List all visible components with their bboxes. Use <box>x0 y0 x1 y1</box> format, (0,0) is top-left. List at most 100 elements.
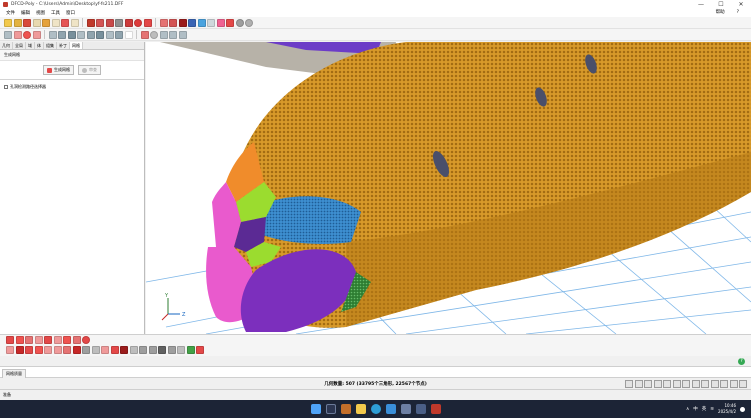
eye-icon[interactable] <box>6 336 14 344</box>
measure-icon[interactable] <box>115 18 123 27</box>
import-icon[interactable] <box>32 18 41 27</box>
new-file-icon[interactable] <box>4 18 12 27</box>
status-tool-icon[interactable] <box>625 380 633 388</box>
page-icon[interactable] <box>70 18 79 27</box>
wifi-icon[interactable]: ≋ <box>710 407 714 412</box>
view-left-icon[interactable] <box>86 30 95 39</box>
settings-icon[interactable] <box>235 18 244 27</box>
generate-mesh-button[interactable]: 生成网格 <box>43 65 74 75</box>
camera-icon[interactable] <box>150 30 158 39</box>
tab-global[interactable]: 全局 <box>13 42 26 49</box>
3d-viewport[interactable]: Y Z <box>146 42 751 334</box>
status-tool-icon[interactable] <box>720 380 728 388</box>
app-icon[interactable] <box>340 404 351 414</box>
close-button[interactable]: ✕ <box>731 0 751 9</box>
menu-tools[interactable]: 工具 <box>51 10 60 16</box>
undo-icon[interactable] <box>13 30 22 39</box>
quality-icon[interactable] <box>82 346 90 354</box>
review-button[interactable]: 审查 <box>78 65 101 75</box>
section-icon[interactable] <box>72 336 81 344</box>
view-top-icon[interactable] <box>67 30 76 39</box>
tree-item[interactable]: 孔洞检测路径选择器 <box>0 80 144 94</box>
capture-icon[interactable] <box>178 30 187 39</box>
fit-view-icon[interactable] <box>115 30 123 39</box>
face-icon[interactable] <box>139 346 147 354</box>
save-icon[interactable] <box>23 18 31 27</box>
app-icon[interactable] <box>400 404 411 414</box>
marker-icon[interactable] <box>226 18 234 27</box>
mesh-icon[interactable] <box>169 18 177 27</box>
tab-body[interactable]: 体 <box>35 42 44 49</box>
menu-help[interactable]: 帮助 <box>716 9 725 17</box>
render-icon[interactable] <box>169 30 177 39</box>
select-icon[interactable] <box>96 18 104 27</box>
delete-elem-icon[interactable] <box>15 346 24 354</box>
refine-icon[interactable] <box>63 346 71 354</box>
tab-groups[interactable]: 组集 <box>44 42 57 49</box>
swap-icon[interactable] <box>44 346 52 354</box>
status-tool-icon[interactable] <box>701 380 709 388</box>
file-explorer-icon[interactable] <box>355 404 366 414</box>
clip-icon[interactable] <box>63 336 71 344</box>
pick-icon[interactable] <box>105 18 114 27</box>
tab-geometry[interactable]: 几何 <box>0 42 13 49</box>
isolate-icon[interactable] <box>25 336 33 344</box>
status-tool-icon[interactable] <box>729 380 738 388</box>
tab-patch[interactable]: 补丁 <box>57 42 70 49</box>
status-tool-icon[interactable] <box>682 380 690 388</box>
status-tool-icon[interactable] <box>739 380 747 388</box>
view-bottom-icon[interactable] <box>77 30 85 39</box>
normal-icon[interactable] <box>101 346 109 354</box>
search-icon[interactable] <box>325 404 336 414</box>
open-folder-icon[interactable] <box>13 18 22 27</box>
status-tool-icon[interactable] <box>634 380 643 388</box>
show-all-icon[interactable] <box>34 336 43 344</box>
fill-icon[interactable] <box>120 346 128 354</box>
wireframe-icon[interactable] <box>207 18 215 27</box>
notification-icon[interactable] <box>740 406 745 412</box>
language-indicator[interactable]: 英 <box>702 406 707 412</box>
node-icon[interactable] <box>148 346 157 354</box>
delete-icon[interactable] <box>61 18 69 27</box>
menu-window[interactable]: 窗口 <box>66 10 75 16</box>
grid-icon[interactable] <box>159 18 168 27</box>
edge-browser-icon[interactable] <box>370 404 381 414</box>
export-icon[interactable] <box>42 18 50 27</box>
edge-icon[interactable] <box>129 346 138 354</box>
group-icon[interactable] <box>167 346 176 354</box>
check-icon[interactable] <box>91 346 100 354</box>
hide-icon[interactable] <box>15 336 24 344</box>
surface-icon[interactable] <box>178 18 187 27</box>
export-mesh-icon[interactable] <box>186 346 195 354</box>
zoom-icon[interactable] <box>143 18 152 27</box>
status-tool-icon[interactable] <box>663 380 671 388</box>
start-icon[interactable] <box>310 404 321 414</box>
rotate-icon[interactable] <box>124 18 133 27</box>
maximize-button[interactable]: ☐ <box>711 0 731 9</box>
status-tool-icon[interactable] <box>653 380 662 388</box>
status-tool-icon[interactable] <box>672 380 681 388</box>
view-iso-icon[interactable] <box>105 30 114 39</box>
copy-icon[interactable] <box>177 346 185 354</box>
checkbox-icon[interactable] <box>4 85 8 89</box>
options-icon[interactable] <box>245 18 253 27</box>
cut-icon[interactable] <box>196 346 204 354</box>
shade-icon[interactable] <box>197 18 206 27</box>
minimize-button[interactable]: — <box>691 0 711 9</box>
ime-indicator[interactable]: 中 <box>693 406 698 412</box>
invert-icon[interactable] <box>44 336 52 344</box>
split-icon[interactable] <box>25 346 33 354</box>
tab-domain[interactable]: 域 <box>26 42 35 49</box>
status-tool-icon[interactable] <box>710 380 719 388</box>
dfcd-poly-icon[interactable] <box>430 404 441 414</box>
menu-edit[interactable]: 编辑 <box>21 10 30 16</box>
merge-icon[interactable] <box>34 346 43 354</box>
tray-overflow-icon[interactable]: ∧ <box>686 407 689 412</box>
lighting-icon[interactable] <box>159 30 168 39</box>
table-icon[interactable] <box>140 30 149 39</box>
tab-mesh[interactable]: 网格 <box>70 42 83 49</box>
clock[interactable]: 10:46 2025/4/2 <box>718 403 736 415</box>
pick-node-icon[interactable] <box>6 346 14 354</box>
stop-icon[interactable] <box>86 18 95 27</box>
orient-icon[interactable] <box>110 346 119 354</box>
